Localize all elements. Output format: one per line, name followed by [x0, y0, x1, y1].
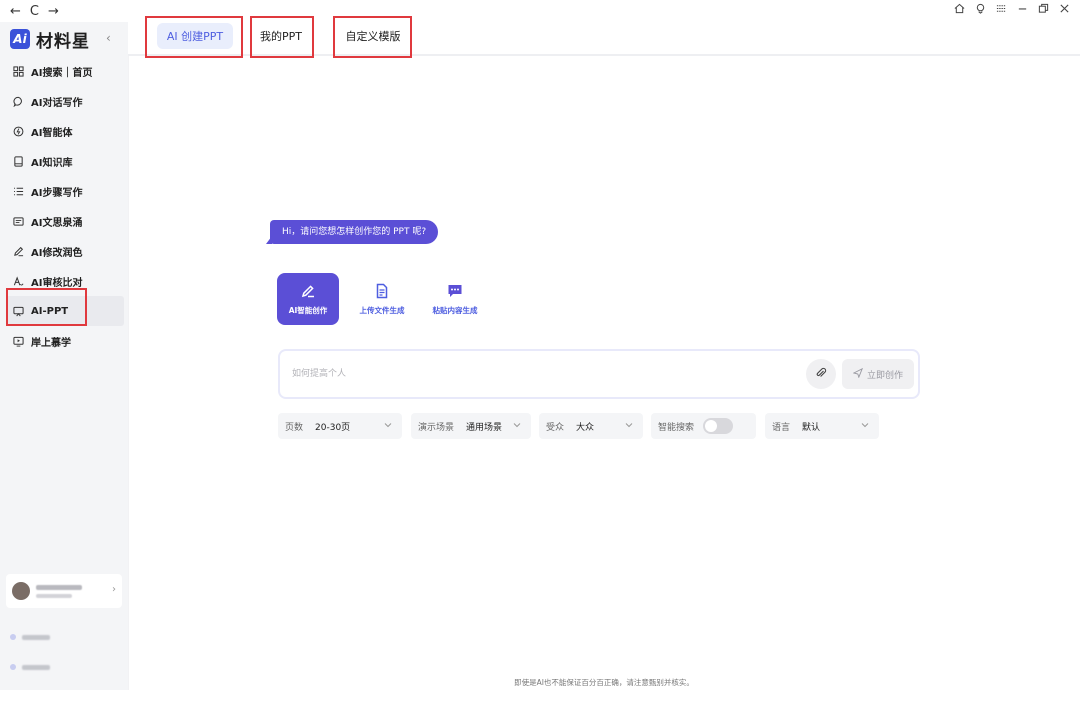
- smart-search-toggle[interactable]: [703, 418, 733, 434]
- restore-icon[interactable]: [1038, 3, 1049, 17]
- collapse-sidebar-icon[interactable]: ‹: [106, 31, 111, 45]
- create-now-button[interactable]: 立即创作: [842, 359, 914, 389]
- scene-select[interactable]: 演示场景 通用场景: [411, 413, 531, 439]
- location-icon[interactable]: [975, 3, 986, 17]
- ai-disclaimer: 即使是AI也不能保证百分百正确，请注意甄别并核实。: [514, 678, 694, 687]
- mode-ai-smart-create[interactable]: AI智能创作: [277, 273, 339, 325]
- paperclip-icon: [815, 367, 827, 382]
- app-name: 材料星: [36, 31, 90, 52]
- document-icon: [12, 215, 24, 227]
- sidebar-item-step-writing[interactable]: AI步骤写作: [0, 176, 128, 206]
- smart-search-option: 智能搜索: [651, 413, 756, 439]
- sidebar: Ai 材料星 ‹ AI搜索｜首页 AI对话写作 AI智能体 AI知识库 AI步骤…: [0, 22, 128, 690]
- language-value: 默认: [802, 422, 821, 433]
- browser-nav: ← C →: [10, 5, 59, 18]
- reload-icon[interactable]: C: [30, 5, 39, 18]
- sidebar-item-inspiration[interactable]: AI文思泉涌: [0, 206, 128, 236]
- sidebar-footer-link[interactable]: [6, 656, 122, 678]
- language-label: 语言: [772, 422, 791, 433]
- chevron-down-icon: [384, 421, 392, 432]
- logo-badge: Ai: [10, 29, 30, 49]
- pages-value: 20-30页: [315, 422, 351, 433]
- paste-chat-icon: [447, 283, 463, 299]
- magic-pen-icon: [300, 283, 316, 299]
- minimize-icon[interactable]: [1017, 3, 1028, 17]
- chevron-right-icon: ›: [112, 584, 116, 595]
- sidebar-item-label: AI搜索｜首页: [31, 67, 93, 79]
- mode-paste-content[interactable]: 粘贴内容生成: [424, 273, 486, 325]
- prompt-input-box: 立即创作: [278, 349, 920, 399]
- chat-icon: [12, 95, 24, 107]
- avatar: [12, 582, 30, 600]
- bullet-icon: [10, 634, 16, 640]
- sidebar-item-label: AI步骤写作: [31, 187, 83, 199]
- highlight-box: [6, 288, 87, 326]
- grid-icon: [12, 65, 24, 77]
- file-icon: [374, 283, 390, 299]
- book-icon: [12, 155, 24, 167]
- sidebar-item-knowledge-base[interactable]: AI知识库: [0, 146, 128, 176]
- audience-label: 受众: [546, 422, 565, 433]
- language-select[interactable]: 语言 默认: [765, 413, 879, 439]
- sidebar-item-learning[interactable]: 岸上慕学: [0, 326, 128, 356]
- agent-icon: [12, 125, 24, 137]
- smart-search-label: 智能搜索: [658, 422, 695, 433]
- list-icon: [12, 185, 24, 197]
- close-icon[interactable]: [1059, 3, 1070, 17]
- highlight-box: [250, 16, 314, 58]
- mode-label: 上传文件生成: [359, 305, 405, 315]
- mode-label: AI智能创作: [288, 305, 328, 315]
- home-icon[interactable]: [954, 3, 965, 17]
- chevron-down-icon: [625, 421, 633, 432]
- sidebar-item-label: AI文思泉涌: [31, 217, 83, 229]
- submit-label: 立即创作: [866, 370, 903, 381]
- prompt-input[interactable]: [292, 365, 792, 383]
- user-profile-card[interactable]: ›: [6, 574, 122, 608]
- send-icon: [852, 367, 864, 381]
- bullet-icon: [10, 664, 16, 670]
- menu-icon[interactable]: [996, 3, 1007, 17]
- sidebar-item-label: AI知识库: [31, 157, 73, 169]
- pages-select[interactable]: 页数 20-30页: [278, 413, 402, 439]
- forward-icon[interactable]: →: [48, 5, 59, 18]
- sidebar-item-search-home[interactable]: AI搜索｜首页: [0, 56, 128, 86]
- sidebar-item-label: AI对话写作: [31, 97, 83, 109]
- scene-label: 演示场景: [418, 422, 455, 433]
- highlight-box: [333, 16, 412, 58]
- greeting-bubble: Hi，请问您想怎样创作您的 PPT 呢?: [265, 220, 439, 244]
- pen-icon: [12, 245, 24, 257]
- window-controls: [954, 3, 1070, 17]
- sidebar-item-chat-writing[interactable]: AI对话写作: [0, 86, 128, 116]
- pages-label: 页数: [285, 422, 304, 433]
- sidebar-item-label: 岸上慕学: [31, 337, 71, 349]
- sidebar-item-label: AI修改润色: [31, 247, 83, 259]
- chevron-down-icon: [513, 421, 521, 432]
- monitor-icon: [12, 335, 24, 347]
- mode-label: 粘贴内容生成: [432, 305, 478, 315]
- sidebar-item-agent[interactable]: AI智能体: [0, 116, 128, 146]
- mode-upload-file[interactable]: 上传文件生成: [351, 273, 413, 325]
- scene-value: 通用场景: [466, 422, 503, 433]
- back-icon[interactable]: ←: [10, 5, 21, 18]
- chevron-down-icon: [861, 421, 869, 432]
- sidebar-item-polish[interactable]: AI修改润色: [0, 236, 128, 266]
- user-info-redacted: [36, 584, 82, 598]
- sidebar-footer-link[interactable]: [6, 626, 122, 648]
- audience-value: 大众: [576, 422, 595, 433]
- audience-select[interactable]: 受众 大众: [539, 413, 643, 439]
- compare-icon: [12, 275, 24, 287]
- divider: [128, 56, 129, 690]
- sidebar-item-label: AI智能体: [31, 127, 73, 139]
- sidebar-item-label: AI审核比对: [31, 277, 83, 289]
- highlight-box: [145, 16, 243, 58]
- attach-button[interactable]: [806, 359, 836, 389]
